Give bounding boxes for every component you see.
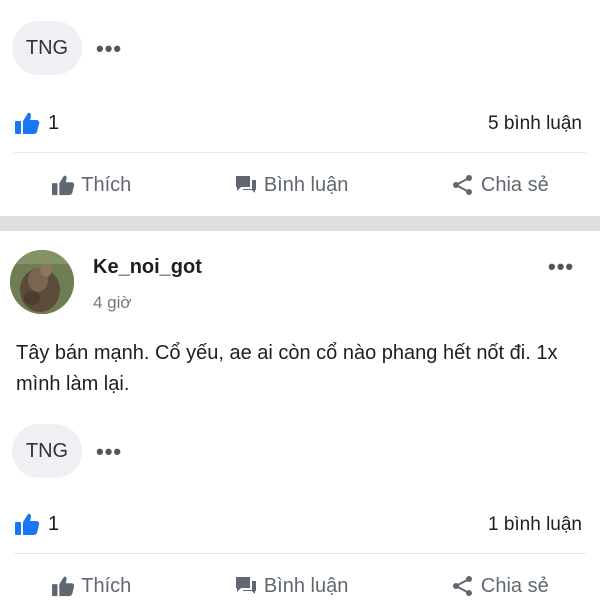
like-count-icon [15, 112, 40, 134]
post-text: Tây bán mạnh. Cổ yếu, ae ai còn cổ nào p… [16, 342, 558, 395]
like-button[interactable]: Thích [51, 575, 131, 598]
like-count[interactable]: 1 [14, 111, 59, 135]
more-options-icon[interactable]: ••• [96, 38, 122, 60]
comment-icon [235, 577, 256, 594]
feed-separator [0, 216, 600, 231]
comment-count[interactable]: 1 bình luận [488, 514, 582, 536]
share-label: Chia sẻ [480, 574, 549, 597]
share-label: Chia sẻ [480, 173, 549, 196]
tag-chip[interactable]: TNG [12, 424, 82, 478]
like-button[interactable]: Thích [51, 174, 131, 197]
like-count-value: 1 [48, 111, 60, 134]
thumbs-up-icon [52, 576, 75, 597]
more-options-icon[interactable]: ••• [96, 441, 122, 463]
post-time[interactable]: 4 giờ [93, 293, 132, 313]
share-icon [452, 175, 472, 195]
like-count-icon [15, 513, 40, 535]
comment-label: Bình luận [263, 574, 349, 597]
tag-label: TNG [25, 36, 69, 59]
avatar-image [10, 250, 74, 314]
action-bar: Thích Bình luận Chia sẻ [0, 165, 600, 205]
tag-label: TNG [25, 439, 69, 462]
action-bar: Thích Bình luận Chia sẻ [0, 566, 600, 600]
like-count-value: 1 [48, 512, 60, 535]
tag-chip[interactable]: TNG [12, 21, 82, 75]
divider [14, 553, 586, 554]
share-button[interactable]: Chia sẻ [451, 174, 549, 197]
share-button[interactable]: Chia sẻ [451, 575, 549, 598]
post-menu-icon[interactable]: ••• [548, 256, 574, 278]
divider [14, 152, 586, 153]
like-label: Thích [81, 173, 132, 196]
comment-icon [235, 176, 256, 193]
like-count[interactable]: 1 [14, 512, 59, 536]
comment-label: Bình luận [263, 173, 349, 196]
share-icon [452, 576, 472, 596]
comment-button[interactable]: Bình luận [234, 173, 349, 197]
comment-count[interactable]: 5 bình luận [488, 113, 582, 135]
comment-button[interactable]: Bình luận [234, 574, 349, 598]
thumbs-up-icon [52, 175, 75, 196]
like-label: Thích [81, 574, 132, 597]
author-name[interactable]: Ke_noi_got [93, 256, 202, 279]
avatar[interactable] [10, 250, 74, 314]
